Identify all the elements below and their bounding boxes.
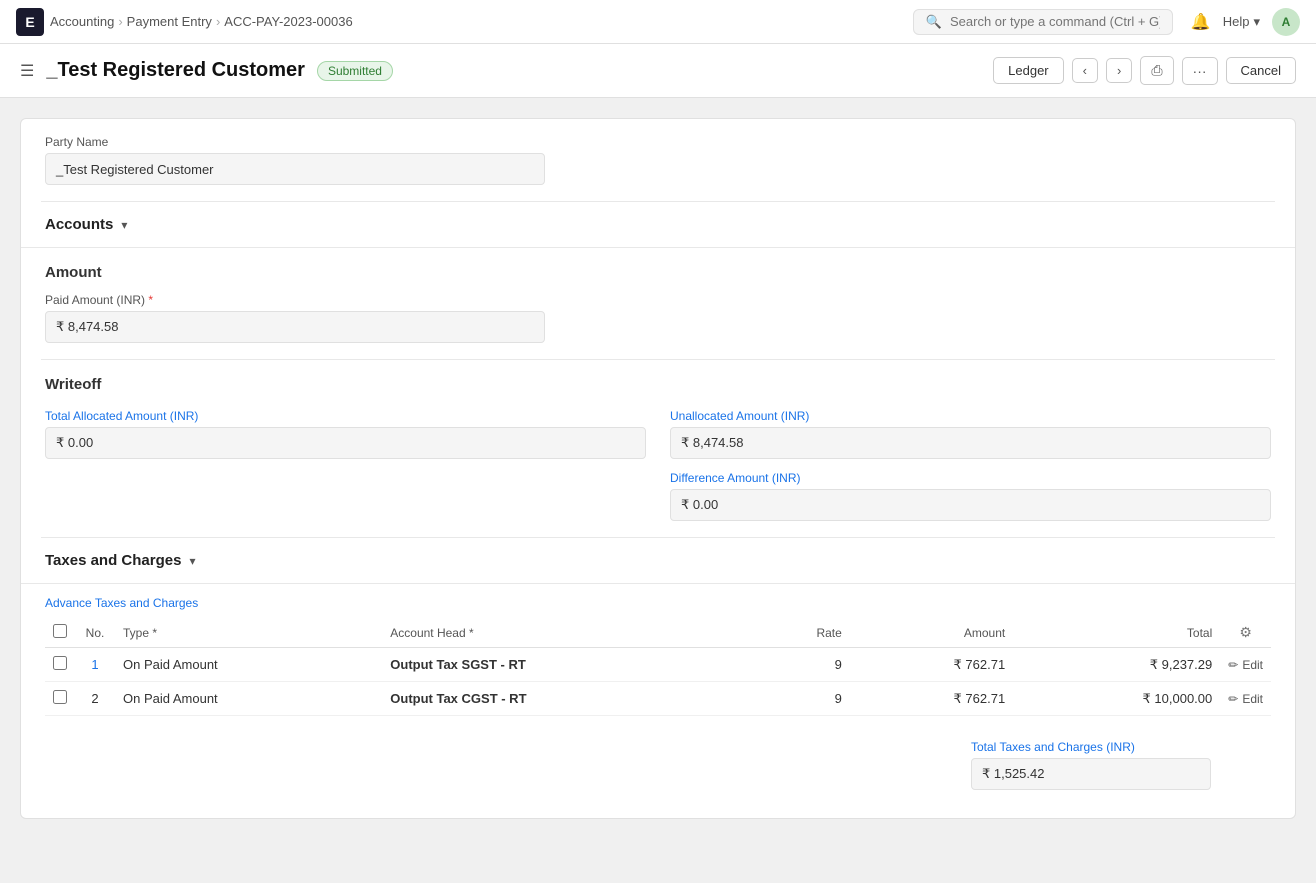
prev-button[interactable]: ‹: [1072, 58, 1098, 83]
table-gear-icon[interactable]: ⚙: [1239, 624, 1252, 640]
unallocated-value: ₹ 8,474.58: [670, 427, 1271, 459]
row1-edit-button[interactable]: ✏ Edit: [1228, 658, 1263, 672]
search-input[interactable]: [950, 14, 1160, 29]
paid-amount-label: Paid Amount (INR) *: [45, 293, 1271, 307]
breadcrumb-payment-entry[interactable]: Payment Entry: [127, 14, 212, 29]
taxes-chevron-icon: ▾: [189, 554, 195, 568]
row2-type: On Paid Amount: [115, 682, 382, 716]
search-bar[interactable]: 🔍: [913, 9, 1173, 35]
total-taxes-row: Total Taxes and Charges (INR) ₹ 1,525.42: [21, 732, 1295, 798]
accounts-section-header[interactable]: Accounts ▾: [21, 202, 1295, 248]
breadcrumb-sep-2: ›: [216, 14, 220, 29]
row1-checkbox[interactable]: [53, 656, 67, 670]
unallocated-col: Unallocated Amount (INR) ₹ 8,474.58 Diff…: [670, 409, 1271, 521]
row2-edit-icon: ✏: [1228, 692, 1238, 706]
help-button[interactable]: Help ▾: [1223, 14, 1260, 30]
row1-account-head: Output Tax SGST - RT: [382, 648, 750, 682]
row1-total: ₹ 9,237.29: [1013, 648, 1220, 682]
search-icon: 🔍: [926, 14, 942, 30]
total-allocated-label: Total Allocated Amount (INR): [45, 409, 646, 423]
writeoff-title: Writeoff: [45, 376, 1271, 393]
table-row: 1 On Paid Amount Output Tax SGST - RT 9 …: [45, 648, 1271, 682]
taxes-title: Taxes and Charges: [45, 552, 181, 569]
col-header-checkbox: [45, 618, 75, 648]
total-taxes-value: ₹ 1,525.42: [971, 758, 1211, 790]
table-row: 2 On Paid Amount Output Tax CGST - RT 9 …: [45, 682, 1271, 716]
party-name-section: Party Name _Test Registered Customer: [21, 119, 1295, 201]
amount-section: Amount Paid Amount (INR) * ₹ 8,474.58: [21, 248, 1295, 359]
breadcrumb-doc-id[interactable]: ACC-PAY-2023-00036: [224, 14, 352, 29]
next-button[interactable]: ›: [1106, 58, 1132, 83]
row2-rate: 9: [750, 682, 850, 716]
taxes-table: No. Type * Account Head * Rate Amount To…: [45, 618, 1271, 716]
avatar[interactable]: A: [1272, 8, 1300, 36]
breadcrumb-accounting[interactable]: Accounting: [50, 14, 114, 29]
row2-no: 2: [75, 682, 115, 716]
row2-edit-cell: ✏ Edit: [1220, 682, 1271, 716]
row2-checkbox-cell: [45, 682, 75, 716]
accounts-title: Accounts: [45, 216, 113, 233]
main-content: Party Name _Test Registered Customer Acc…: [0, 98, 1316, 883]
more-button[interactable]: ···: [1182, 57, 1218, 85]
notification-bell-icon[interactable]: 🔔: [1191, 12, 1211, 32]
form-card: Party Name _Test Registered Customer Acc…: [20, 118, 1296, 819]
accounts-chevron-icon: ▾: [121, 218, 127, 232]
total-taxes-label: Total Taxes and Charges (INR): [971, 740, 1211, 754]
page-actions: Ledger ‹ › ⎙ ··· Cancel: [993, 56, 1296, 85]
col-header-total: Total: [1013, 618, 1220, 648]
taxes-section-header[interactable]: Taxes and Charges ▾: [21, 538, 1295, 584]
help-label: Help: [1223, 14, 1250, 29]
row1-rate: 9: [750, 648, 850, 682]
difference-value: ₹ 0.00: [670, 489, 1271, 521]
select-all-checkbox[interactable]: [53, 624, 67, 638]
writeoff-section: Writeoff Total Allocated Amount (INR) ₹ …: [21, 360, 1295, 537]
row1-no-link[interactable]: 1: [91, 657, 98, 672]
advance-taxes-label: Advance Taxes and Charges: [21, 584, 1295, 618]
col-header-amount: Amount: [850, 618, 1013, 648]
col-header-no: No.: [75, 618, 115, 648]
row1-no: 1: [75, 648, 115, 682]
ledger-button[interactable]: Ledger: [993, 57, 1063, 84]
topbar: E Accounting › Payment Entry › ACC-PAY-2…: [0, 0, 1316, 44]
row2-checkbox[interactable]: [53, 690, 67, 704]
row2-account-head: Output Tax CGST - RT: [382, 682, 750, 716]
breadcrumb-sep-1: ›: [118, 14, 122, 29]
row1-checkbox-cell: [45, 648, 75, 682]
help-chevron-icon: ▾: [1253, 14, 1260, 30]
print-button[interactable]: ⎙: [1140, 56, 1173, 85]
paid-amount-value: ₹ 8,474.58: [45, 311, 545, 343]
party-name-label: Party Name: [45, 135, 1271, 149]
row1-amount: ₹ 762.71: [850, 648, 1013, 682]
party-name-value: _Test Registered Customer: [45, 153, 545, 185]
status-badge: Submitted: [317, 61, 393, 81]
paid-amount-required: *: [148, 293, 153, 307]
row2-edit-button[interactable]: ✏ Edit: [1228, 692, 1263, 706]
difference-label: Difference Amount (INR): [670, 471, 1271, 485]
taxes-table-wrapper: No. Type * Account Head * Rate Amount To…: [21, 618, 1295, 732]
row1-edit-cell: ✏ Edit: [1220, 648, 1271, 682]
page-title: _Test Registered Customer: [46, 59, 305, 82]
page-header: ☰ _Test Registered Customer Submitted Le…: [0, 44, 1316, 98]
row1-edit-icon: ✏: [1228, 658, 1238, 672]
col-header-rate: Rate: [750, 618, 850, 648]
cancel-button[interactable]: Cancel: [1226, 57, 1296, 84]
breadcrumb: Accounting › Payment Entry › ACC-PAY-202…: [50, 14, 353, 29]
total-allocated-col: Total Allocated Amount (INR) ₹ 0.00: [45, 409, 646, 521]
total-allocated-value: ₹ 0.00: [45, 427, 646, 459]
col-header-gear: ⚙: [1220, 618, 1271, 648]
topbar-right: 🔔 Help ▾ A: [1191, 8, 1300, 36]
row1-type: On Paid Amount: [115, 648, 382, 682]
col-header-account-head: Account Head *: [382, 618, 750, 648]
col-header-type: Type *: [115, 618, 382, 648]
amount-section-title: Amount: [45, 264, 1271, 281]
row2-amount: ₹ 762.71: [850, 682, 1013, 716]
hamburger-icon[interactable]: ☰: [20, 61, 34, 81]
app-logo: E: [16, 8, 44, 36]
unallocated-label: Unallocated Amount (INR): [670, 409, 1271, 423]
row2-total: ₹ 10,000.00: [1013, 682, 1220, 716]
